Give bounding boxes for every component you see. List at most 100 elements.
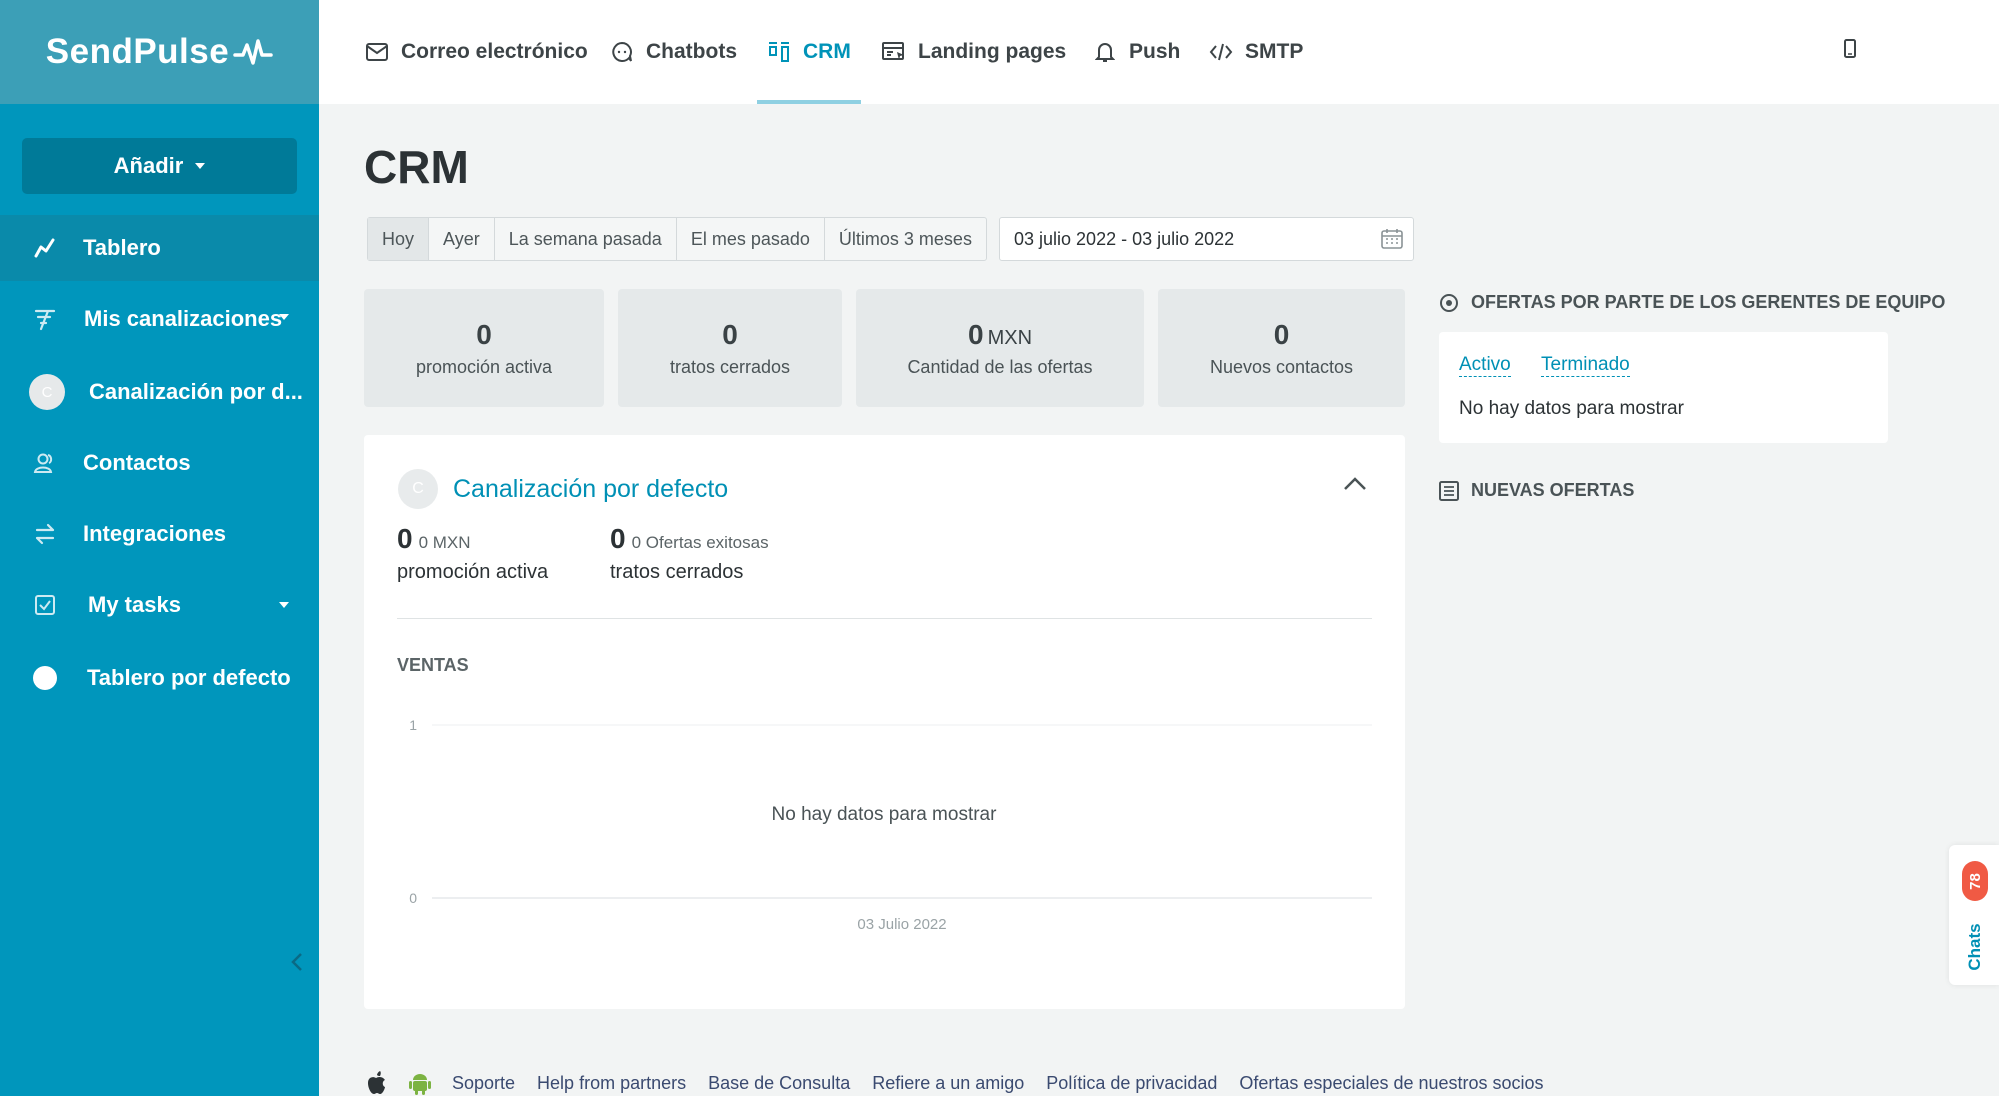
sidebar-item-contactos[interactable]: Contactos bbox=[0, 430, 319, 496]
tab-label: CRM bbox=[803, 40, 851, 63]
sidebar-item-label: Tablero bbox=[83, 235, 161, 260]
stat-value: 0 MXN bbox=[968, 319, 1032, 351]
sales-label: VENTAS bbox=[397, 655, 469, 675]
metric-caption: tratos cerrados bbox=[610, 561, 744, 583]
period-selector: Hoy Ayer La semana pasada El mes pasado … bbox=[367, 217, 987, 261]
page-title: CRM bbox=[364, 141, 469, 193]
tab-smtp[interactable]: SMTP bbox=[1209, 0, 1303, 104]
white-dot-icon bbox=[32, 665, 58, 691]
footer-link-partner-offers[interactable]: Ofertas especiales de nuestros socios bbox=[1239, 1073, 1543, 1094]
period-today[interactable]: Hoy bbox=[368, 218, 430, 260]
sidebar-item-label: Tablero por defecto bbox=[87, 665, 291, 690]
list-icon bbox=[1439, 480, 1459, 501]
checkbox-icon bbox=[32, 592, 58, 618]
tab-label: Correo electrónico bbox=[401, 40, 588, 63]
pipeline-card: C Canalización por defecto 0 0 MXN promoc… bbox=[364, 435, 1405, 1009]
stat-new-contacts: 0 Nuevos contactos bbox=[1158, 289, 1405, 407]
new-offers-title: NUEVAS OFERTAS bbox=[1439, 480, 1634, 501]
offers-by-managers-title: OFERTAS POR PARTE DE LOS GERENTES DE EQU… bbox=[1439, 292, 1945, 313]
footer-link-soporte[interactable]: Soporte bbox=[452, 1073, 515, 1094]
chats-count: 78 bbox=[1966, 872, 1984, 890]
sidebar-item-mis-canalizaciones[interactable]: Mis canalizaciones bbox=[0, 286, 319, 352]
period-last-month[interactable]: El mes pasado bbox=[677, 218, 825, 260]
sidebar-item-label: My tasks bbox=[88, 592, 181, 617]
caret-down-icon bbox=[279, 602, 289, 608]
add-button[interactable]: Añadir bbox=[22, 138, 297, 194]
metric-value: 0 bbox=[610, 523, 626, 554]
caret-down-icon bbox=[195, 163, 206, 169]
y-tick-label: 0 bbox=[409, 890, 417, 906]
tab-email[interactable]: Correo electrónico bbox=[365, 0, 588, 104]
footer: Soporte Help from partners Base de Consu… bbox=[364, 1070, 1566, 1096]
period-last-week[interactable]: La semana pasada bbox=[495, 218, 677, 260]
sales-chart: 1 0 03 Julio 2022 No hay datos para mostrar bbox=[409, 717, 1372, 933]
stat-closed-deals: 0 tratos cerrados bbox=[618, 289, 842, 407]
add-button-label: Añadir bbox=[113, 153, 184, 178]
offers-tab-finished[interactable]: Terminado bbox=[1541, 354, 1630, 377]
pipeline-metric-active: 0 0 MXN promoción activa bbox=[397, 523, 548, 584]
period-last-3-months[interactable]: Últimos 3 meses bbox=[825, 218, 986, 260]
tab-label: Chatbots bbox=[646, 40, 737, 63]
y-tick-label: 1 bbox=[409, 717, 417, 733]
metric-caption: promoción activa bbox=[397, 561, 549, 583]
sidebar-item-integraciones[interactable]: Integraciones bbox=[0, 501, 319, 567]
stat-unit: MXN bbox=[987, 326, 1033, 349]
footer-link-privacy[interactable]: Política de privacidad bbox=[1046, 1073, 1217, 1094]
sidebar-item-label: Contactos bbox=[83, 450, 191, 475]
footer-link-help-partners[interactable]: Help from partners bbox=[537, 1073, 686, 1094]
sidebar-item-label: Canalización por d... bbox=[89, 379, 303, 404]
pipeline-avatar: C bbox=[398, 469, 438, 509]
offers-title-text: OFERTAS POR PARTE DE LOS GERENTES DE EQU… bbox=[1471, 292, 1946, 312]
tab-label: Landing pages bbox=[918, 40, 1067, 63]
x-tick-label: 03 Julio 2022 bbox=[857, 916, 946, 933]
chart-line-icon bbox=[32, 235, 58, 261]
android-icon[interactable] bbox=[408, 1070, 432, 1096]
date-range-input[interactable]: 03 julio 2022 - 03 julio 2022 bbox=[999, 217, 1414, 261]
caret-down-icon bbox=[279, 314, 289, 320]
tab-push[interactable]: Push bbox=[1093, 0, 1180, 104]
metric-sub: 0 MXN bbox=[418, 533, 471, 552]
target-icon bbox=[1439, 293, 1459, 313]
pulse-icon bbox=[233, 39, 273, 65]
chevron-up-icon[interactable] bbox=[1342, 475, 1368, 493]
stat-value: 0 bbox=[476, 318, 492, 350]
sidebar-item-my-tasks[interactable]: My tasks bbox=[0, 572, 319, 638]
calendar-icon[interactable] bbox=[1381, 228, 1403, 250]
pipeline-metric-closed: 0 0 Ofertas exitosas tratos cerrados bbox=[610, 523, 769, 584]
period-yesterday[interactable]: Ayer bbox=[429, 218, 495, 260]
sidebar-item-tablero[interactable]: Tablero bbox=[0, 215, 319, 281]
tab-crm[interactable]: CRM bbox=[757, 0, 861, 104]
tab-landing-pages[interactable]: Landing pages bbox=[882, 0, 1066, 104]
new-offers-title-text: NUEVAS OFERTAS bbox=[1471, 480, 1635, 500]
pipeline-avatar-icon: C bbox=[28, 373, 66, 411]
stat-value: 0 bbox=[722, 318, 738, 350]
stat-caption: promoción activa bbox=[415, 356, 553, 377]
contacts-icon bbox=[32, 450, 58, 476]
footer-link-refer-friend[interactable]: Refiere a un amigo bbox=[872, 1073, 1024, 1094]
chats-widget[interactable]: 78 Chats bbox=[1949, 845, 1999, 985]
footer-link-knowledge-base[interactable]: Base de Consulta bbox=[708, 1073, 850, 1094]
stat-caption: tratos cerrados bbox=[669, 356, 791, 377]
mobile-icon[interactable] bbox=[1843, 38, 1857, 60]
logo[interactable]: SendPulse bbox=[0, 0, 319, 104]
pipeline-name-link[interactable]: Canalización por defecto bbox=[453, 475, 728, 504]
stat-caption: Nuevos contactos bbox=[1209, 356, 1354, 377]
stat-value: 0 bbox=[1273, 318, 1290, 350]
funnel-icon bbox=[32, 306, 58, 332]
offers-card: Activo Terminado No hay datos para mostr… bbox=[1439, 332, 1888, 443]
metric-value: 0 bbox=[397, 523, 413, 554]
tab-chatbots[interactable]: Chatbots bbox=[610, 0, 737, 104]
divider bbox=[397, 618, 1372, 619]
tab-label: Push bbox=[1129, 40, 1181, 63]
collapse-sidebar-icon[interactable] bbox=[290, 952, 304, 972]
tab-label: SMTP bbox=[1245, 40, 1304, 63]
sidebar-item-canalizacion[interactable]: C Canalización por d... bbox=[0, 359, 319, 425]
logo-text: SendPulse bbox=[45, 32, 230, 71]
mail-icon bbox=[365, 40, 389, 64]
sidebar-item-tablero-por-defecto[interactable]: Tablero por defecto bbox=[0, 645, 319, 711]
offers-empty-message: No hay datos para mostrar bbox=[1459, 398, 1684, 419]
stat-active-promotions: 0 promoción activa bbox=[364, 289, 604, 407]
offers-tab-active[interactable]: Activo bbox=[1459, 354, 1511, 377]
apple-icon[interactable] bbox=[364, 1070, 388, 1096]
sidebar-item-label: Integraciones bbox=[83, 521, 227, 546]
